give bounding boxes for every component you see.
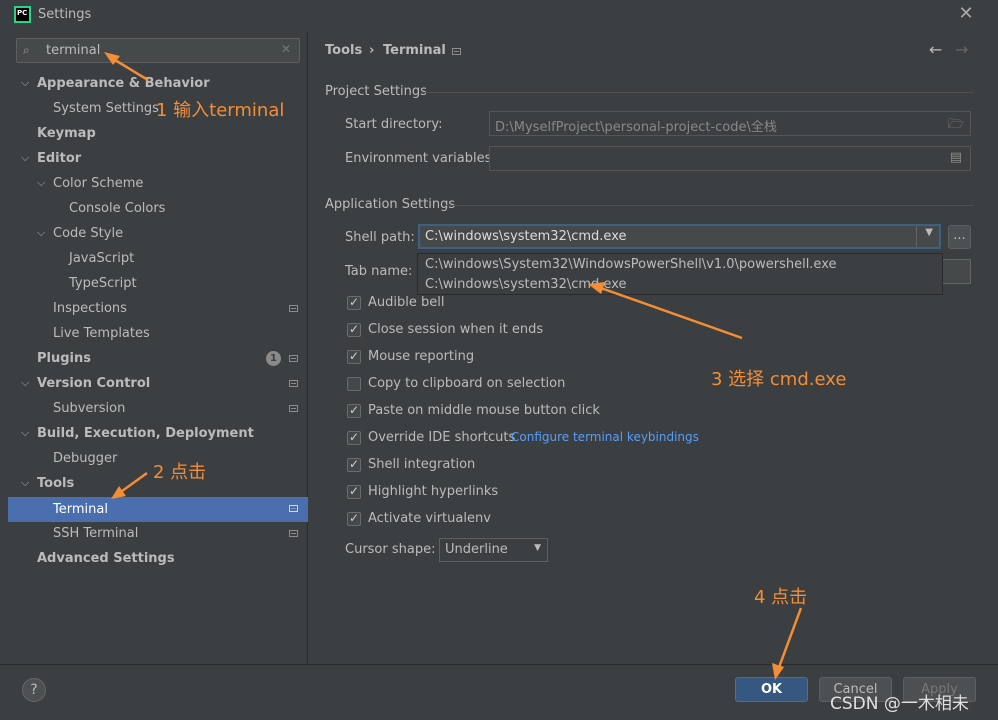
annotation-arrow-3 (597, 285, 743, 340)
annotation-step-1: 1 输入terminal (156, 100, 285, 121)
annotation-arrowhead-3 (588, 282, 605, 294)
annotation-arrowhead-2 (111, 486, 126, 499)
annotation-arrows (104, 52, 803, 680)
annotation-step-2: 2 点击 (153, 462, 207, 483)
annotation-arrowhead-4 (772, 663, 784, 680)
annotation-step-3: 3 选择 cmd.exe (711, 369, 847, 390)
annotation-arrow-4 (776, 607, 803, 671)
watermark: CSDN @一木相未 (830, 694, 969, 714)
annotation-step-4: 4 点击 (754, 587, 808, 608)
